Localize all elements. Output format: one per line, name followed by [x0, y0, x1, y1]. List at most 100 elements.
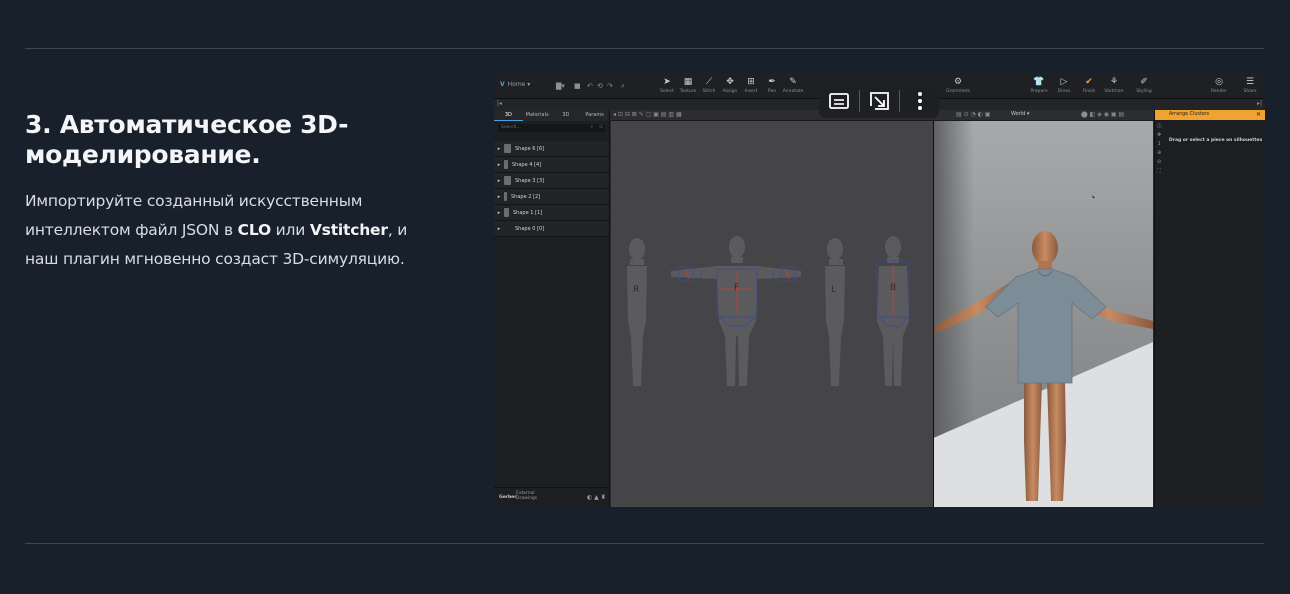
- tab-3d-2[interactable]: 3D: [552, 110, 581, 121]
- shape-label: Shape 1 [1]: [513, 209, 543, 216]
- tool-label: Share: [1243, 89, 1257, 94]
- expand-arrow-icon[interactable]: ▸: [494, 226, 504, 232]
- tool-finish[interactable]: ✔ Finish: [1076, 77, 1102, 96]
- search-input[interactable]: Search... ⌕ ☷: [498, 124, 605, 132]
- tool-annotate[interactable]: ✎ Annotate: [780, 77, 806, 96]
- footer-icons[interactable]: ◐ ▲ ♜: [587, 494, 606, 501]
- home-label: Home: [507, 81, 526, 88]
- tool-prepare[interactable]: 👕 Prepare: [1026, 77, 1052, 96]
- app-logo-icon: V: [500, 81, 505, 88]
- styling-icon: ✐: [1140, 77, 1148, 87]
- mouse-cursor-icon: [1092, 195, 1095, 198]
- more-vertical-icon: [918, 92, 922, 110]
- footer-text[interactable]: External Drawings: [516, 491, 537, 501]
- expand-arrow-icon[interactable]: ▸: [494, 146, 504, 152]
- shape-thumbnail: [504, 176, 511, 185]
- desc-text: , и: [387, 221, 408, 239]
- view-tools-right[interactable]: ⬤ ◧ ◈ ◉ ▣ ▤: [1081, 111, 1124, 118]
- more-options-button[interactable]: [907, 89, 933, 113]
- shape-label: Shape 6 [6]: [515, 145, 545, 152]
- shape-thumbnail: [504, 192, 507, 201]
- history-icon[interactable]: ⟲: [597, 82, 603, 90]
- tool-label: Grommets: [946, 89, 970, 94]
- view-tools-left[interactable]: ◂ ⊡ ⊟ ⊠ ✎ ▢ ▣ ▤ ▥ ▦: [613, 111, 682, 118]
- clo-name: CLO: [237, 221, 271, 239]
- expand-arrow-icon[interactable]: ▸: [494, 194, 504, 200]
- tool-share[interactable]: ☰ Share: [1237, 77, 1263, 96]
- undo-icon[interactable]: ↶: [587, 82, 593, 90]
- view-dropdown[interactable]: World ▾: [1011, 111, 1029, 117]
- tool-render[interactable]: ◎ Render: [1206, 77, 1232, 96]
- shape-label: Shape 0 [0]: [515, 225, 545, 232]
- shirt-icon: 👕: [1033, 77, 1045, 87]
- shape-thumbnail: [504, 208, 509, 217]
- object-browser: 3D Materials 3D Params Search... ⌕ ☷ ▸ Shap…: [494, 110, 610, 507]
- desc-line-2: интеллектом файл JSON в CLO или Vstitche…: [25, 216, 465, 245]
- top-divider: [25, 48, 1264, 49]
- collapse-right-icon[interactable]: ▸|: [1257, 100, 1262, 107]
- save-icon[interactable]: ■: [574, 82, 581, 90]
- footer-text-2: Drawings: [516, 496, 538, 501]
- grommet-icon: ⚙: [953, 77, 963, 87]
- tool-vartman[interactable]: ⚘ Vartman: [1101, 77, 1127, 96]
- list-item[interactable]: ▸ Shape 0 [0]: [494, 221, 609, 237]
- desc-text: или: [270, 221, 310, 239]
- search-icon[interactable]: ⌕: [590, 124, 593, 132]
- share-icon: ☰: [1245, 77, 1255, 87]
- list-item[interactable]: ▸ Shape 1 [1]: [494, 205, 609, 221]
- section-description: Импортируйте созданный искусственным инт…: [25, 187, 465, 274]
- panel-header: Arrange Clusters ✕: [1155, 110, 1265, 120]
- list-item[interactable]: ▸ Shape 6 [6]: [494, 141, 609, 157]
- silhouette-front: [671, 236, 801, 386]
- bottom-divider: [25, 543, 1264, 544]
- tool-dress[interactable]: ▷ Dress: [1051, 77, 1077, 96]
- tab-materials[interactable]: Materials: [523, 110, 552, 121]
- silhouette-right: [627, 238, 647, 386]
- separator: [859, 90, 860, 112]
- expand-arrow-icon[interactable]: ▸: [494, 162, 504, 168]
- list-item[interactable]: ▸ Shape 3 [3]: [494, 173, 609, 189]
- close-icon[interactable]: ✕: [1256, 110, 1261, 120]
- separator: [899, 90, 900, 112]
- arrange-clusters-panel: Arrange Clusters ✕ ◫ ✥ ↕ ⊕ ⊖ ⛶ Drag or select …: [1154, 110, 1265, 507]
- avatar-3d: [934, 195, 1153, 501]
- tool-label: Render: [1210, 89, 1228, 94]
- vartman-icon: ⚘: [1109, 77, 1119, 87]
- tab-3d[interactable]: 3D: [494, 110, 523, 121]
- folder-icon[interactable]: ▇▾: [556, 82, 565, 90]
- label-b: B: [890, 283, 896, 293]
- panel-side-tools[interactable]: ◫ ✥ ↕ ⊕ ⊖ ⛶: [1157, 122, 1162, 176]
- tool-styling[interactable]: ✐ Styling: [1131, 77, 1157, 96]
- 3d-viewport[interactable]: [934, 121, 1153, 507]
- list-item[interactable]: ▸ Shape 2 [2]: [494, 189, 609, 205]
- shape-thumbnail: [504, 144, 511, 153]
- view-tools-3d[interactable]: ▤ ⊙ ◔ ◐ ▣: [956, 111, 990, 118]
- collapse-left-icon[interactable]: |◂: [497, 100, 502, 107]
- tool-grommets[interactable]: ⚙ Grommets: [945, 77, 971, 96]
- list-icon[interactable]: ☷: [599, 124, 603, 132]
- expand-icon: [870, 92, 889, 110]
- subtitles-icon: [829, 93, 849, 109]
- desc-line-1: Импортируйте созданный искусственным: [25, 192, 363, 210]
- redo-icon[interactable]: ↷: [607, 82, 613, 90]
- zoom-icon[interactable]: ⌕: [621, 82, 625, 91]
- render-icon: ◎: [1215, 77, 1223, 87]
- app-screenshot: V Home ▾ ▇▾ ■ ↶ ⟲ ↷ ⌕ ➤ Select ▦ Texture ⟋ S…: [494, 73, 1265, 507]
- subtitles-button[interactable]: [826, 89, 852, 113]
- expand-arrow-icon[interactable]: ▸: [494, 178, 504, 184]
- panel-title: Arrange Clusters: [1169, 112, 1210, 117]
- annotate-icon: ✎: [789, 77, 797, 87]
- expand-button[interactable]: [866, 89, 892, 113]
- silhouettes-svg: R F L B: [627, 236, 910, 386]
- list-item[interactable]: ▸ Shape 4 [4]: [494, 157, 609, 173]
- vstitcher-name: Vstitcher: [309, 221, 388, 239]
- tab-params[interactable]: Params: [580, 110, 609, 121]
- tool-label: Annotate: [782, 89, 804, 94]
- silhouette-viewport[interactable]: R F L B: [611, 121, 933, 507]
- home-menu[interactable]: V Home ▾: [500, 81, 530, 88]
- view-dropdown-label: World: [1011, 111, 1026, 117]
- shape-thumbnail: [504, 224, 511, 233]
- expand-arrow-icon[interactable]: ▸: [494, 210, 504, 216]
- shape-thumbnail: [504, 160, 508, 169]
- check-icon: ✔: [1085, 77, 1093, 87]
